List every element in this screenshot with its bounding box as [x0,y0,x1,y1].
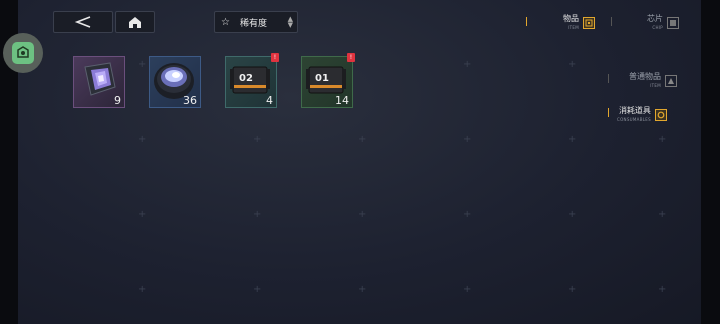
crate-number: 02 [239,73,253,84]
grid-marker: + [138,284,147,295]
inventory-item-crystal[interactable]: 9 [73,56,125,108]
home-button[interactable] [115,11,155,33]
grid-marker: + [658,209,667,220]
grid-marker: + [463,209,472,220]
subtab-normal-items[interactable]: 普通物品 ITEM [629,72,677,90]
tab-chips-label: 芯片 CHIP [647,14,663,30]
grid-marker: + [138,209,147,220]
subtab-consumables-label: 消耗道具 CONSUMABLES [617,106,651,122]
grid-marker: + [463,284,472,295]
tab-divider [526,17,527,26]
grid-marker: + [253,134,262,145]
item-count: 9 [114,94,121,107]
tab-divider [608,108,609,117]
consumable-icon [654,109,667,121]
tab-chips[interactable]: 芯片 CHIP [647,14,679,32]
item-count: 4 [266,94,273,107]
home-icon [129,16,141,28]
grid-marker: + [463,59,472,70]
inventory-item-crate-02[interactable]: 02 ! 4 [225,53,279,108]
sort-label: 稀有度 [239,18,267,29]
inventory-item-lens[interactable]: 36 [149,56,201,108]
item-count: 14 [335,94,349,107]
grid-marker: + [253,284,262,295]
new-badge: ! [347,53,355,62]
sort-rarity-button[interactable]: ☆ 稀有度 ▲ ▼ [214,11,298,33]
item-category-icon [583,17,595,29]
new-badge: ! [271,53,279,62]
sort-toggle-icon: ▲ ▼ [287,15,293,29]
grid-marker: + [253,209,262,220]
grid-marker: + [568,209,577,220]
grid-marker: + [658,284,667,295]
chip-icon [667,17,679,29]
item-count: 36 [183,94,197,107]
normal-item-icon [665,75,677,87]
grid-marker: + [568,134,577,145]
assistant-app-icon [12,42,34,64]
grid-marker: + [358,209,367,220]
tab-items-label: 物品 ITEM [563,14,579,30]
tab-divider [611,17,612,26]
star-icon: ☆ [221,16,230,28]
back-button[interactable] [53,11,113,33]
tab-divider [608,74,609,83]
crate-number: 01 [315,73,329,84]
grid-marker: + [658,134,667,145]
grid-marker: + [463,134,472,145]
grid-marker: + [568,59,577,70]
back-arrow-icon [74,16,91,28]
subtab-consumables[interactable]: 消耗道具 CONSUMABLES [617,106,667,124]
grid-marker: + [138,59,147,70]
grid-marker: + [358,284,367,295]
tab-items[interactable]: 物品 ITEM [563,14,595,32]
grid-marker: + [358,134,367,145]
inventory-item-crate-01[interactable]: 01 ! 14 [301,53,355,108]
grid-marker: + [138,134,147,145]
subtab-normal-items-label: 普通物品 ITEM [629,72,661,88]
floating-assistant-button[interactable] [3,33,43,73]
grid-marker: + [568,284,577,295]
inventory-screen: + + + + + + + + + + + + + + + + + + + + … [18,0,701,324]
